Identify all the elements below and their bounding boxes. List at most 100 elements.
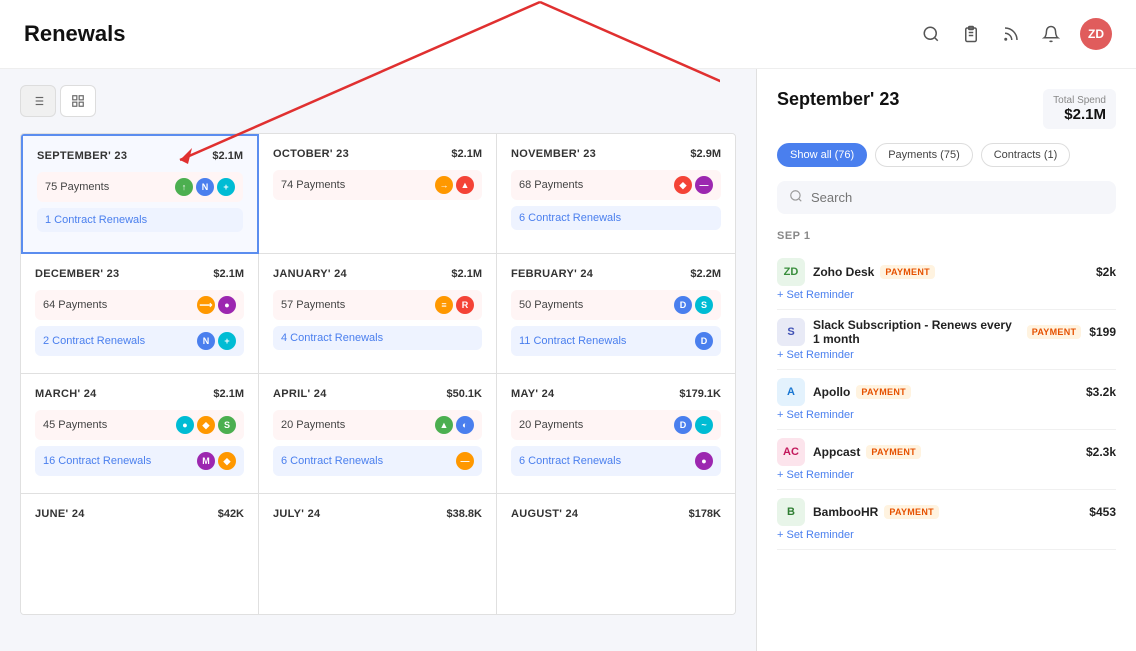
panel-header: September' 23 Total Spend $2.1M — [777, 89, 1116, 129]
icon-jan2: R — [456, 296, 474, 314]
panel-title: September' 23 — [777, 89, 899, 110]
appcast-reminder[interactable]: + Set Reminder — [777, 469, 1116, 481]
month-name-oct23: OCTOBER' 23 — [273, 148, 349, 160]
month-cell-jan24[interactable]: JANUARY' 24 $2.1M 57 Payments ≡ R 4 Cont… — [259, 254, 497, 374]
zoho-reminder[interactable]: + Set Reminder — [777, 289, 1116, 301]
payment-item-zoho: ZD Zoho Desk PAYMENT $2k + Set Reminder — [777, 250, 1116, 310]
month-cell-feb24[interactable]: FEBRUARY' 24 $2.2M 50 Payments D S 11 Co… — [497, 254, 735, 374]
payments-row-oct23[interactable]: 74 Payments → ▲ — [273, 170, 482, 200]
contracts-row-sep23[interactable]: 1 Contract Renewals — [37, 208, 243, 232]
month-amount-jan24: $2.1M — [451, 268, 482, 280]
icon-mar3: S — [218, 416, 236, 434]
month-name-jul24: JULY' 24 — [273, 508, 320, 520]
icon-3: + — [217, 178, 235, 196]
slack-logo: S — [777, 318, 805, 346]
search-input[interactable] — [811, 190, 1104, 205]
month-cell-jun24[interactable]: JUNE' 24 $42K — [21, 494, 259, 614]
bamboo-reminder[interactable]: + Set Reminder — [777, 529, 1116, 541]
header-icons: ZD — [920, 18, 1112, 50]
month-cell-nov23[interactable]: NOVEMBER' 23 $2.9M 68 Payments ◆ — 6 Con… — [497, 134, 735, 254]
slack-reminder[interactable]: + Set Reminder — [777, 349, 1116, 361]
icon-mar2: ◆ — [197, 416, 215, 434]
month-amount-apr24: $50.1K — [447, 388, 482, 400]
month-cell-mar24[interactable]: MARCH' 24 $2.1M 45 Payments ● ◆ S 16 Con… — [21, 374, 259, 494]
zoho-info: Zoho Desk PAYMENT — [813, 265, 1088, 279]
payments-label-dec23: 64 Payments — [43, 299, 107, 311]
payments-row-apr24[interactable]: 20 Payments ▲ ◐ — [273, 410, 482, 440]
payments-row-dec23[interactable]: 64 Payments ⟶ ● — [35, 290, 244, 320]
user-avatar[interactable]: ZD — [1080, 18, 1112, 50]
icon-apr2: ◐ — [456, 416, 474, 434]
month-name-jun24: JUNE' 24 — [35, 508, 85, 520]
zoho-amount: $2k — [1096, 265, 1116, 279]
bamboo-amount: $453 — [1089, 505, 1116, 519]
contracts-row-apr24[interactable]: 6 Contract Renewals — — [273, 446, 482, 476]
contracts-row-may24[interactable]: 6 Contract Renewals ● — [511, 446, 721, 476]
contracts-row-jan24[interactable]: 4 Contract Renewals — [273, 326, 482, 350]
zoho-logo: ZD — [777, 258, 805, 286]
view-toggle — [20, 85, 736, 117]
payment-item-appcast: AC Appcast PAYMENT $2.3k + Set Reminder — [777, 430, 1116, 490]
icon-feb2: S — [695, 296, 713, 314]
payments-row-sep23[interactable]: 75 Payments ↑ N + — [37, 172, 243, 202]
search-icon[interactable] — [920, 23, 942, 45]
total-spend-value: $2.1M — [1053, 106, 1106, 123]
clipboard-icon[interactable] — [960, 23, 982, 45]
payments-label-jan24: 57 Payments — [281, 299, 345, 311]
month-cell-dec23[interactable]: DECEMBER' 23 $2.1M 64 Payments ⟶ ● 2 Con… — [21, 254, 259, 374]
month-amount-jun24: $42K — [218, 508, 244, 520]
month-cell-sep23[interactable]: SEPTEMBER' 23 $2.1M 75 Payments ↑ N + 1 … — [21, 134, 259, 254]
apollo-logo: A — [777, 378, 805, 406]
contracts-row-dec23[interactable]: 2 Contract Renewals N + — [35, 326, 244, 356]
grid-view-button[interactable] — [60, 85, 96, 117]
filter-payments[interactable]: Payments (75) — [875, 143, 973, 167]
icon-1: ↑ — [175, 178, 193, 196]
payments-row-nov23[interactable]: 68 Payments ◆ — — [511, 170, 721, 200]
month-amount-may24: $179.1K — [679, 388, 721, 400]
icon-apr1: ▲ — [435, 416, 453, 434]
list-view-button[interactable] — [20, 85, 56, 117]
slack-amount: $199 — [1089, 325, 1116, 339]
month-amount-aug24: $178K — [689, 508, 721, 520]
contracts-label-may24: 6 Contract Renewals — [519, 455, 621, 467]
payments-row-jan24[interactable]: 57 Payments ≡ R — [273, 290, 482, 320]
filter-contracts[interactable]: Contracts (1) — [981, 143, 1071, 167]
total-spend-label: Total Spend — [1053, 95, 1106, 106]
bell-icon[interactable] — [1040, 23, 1062, 45]
month-cell-jul24[interactable]: JULY' 24 $38.8K — [259, 494, 497, 614]
payments-label-nov23: 68 Payments — [519, 179, 583, 191]
payments-row-may24[interactable]: 20 Payments D ~ — [511, 410, 721, 440]
month-cell-oct23[interactable]: OCTOBER' 23 $2.1M 74 Payments → ▲ — [259, 134, 497, 254]
icon-nov2: — — [695, 176, 713, 194]
icon-oct1: → — [435, 176, 453, 194]
filter-show-all[interactable]: Show all (76) — [777, 143, 867, 167]
contracts-row-feb24[interactable]: 11 Contract Renewals D — [511, 326, 721, 356]
month-cell-aug24[interactable]: AUGUST' 24 $178K — [497, 494, 735, 614]
icon-may1: D — [674, 416, 692, 434]
search-icon — [789, 189, 803, 206]
appcast-info: Appcast PAYMENT — [813, 445, 1078, 459]
payments-label-apr24: 20 Payments — [281, 419, 345, 431]
month-cell-may24[interactable]: MAY' 24 $179.1K 20 Payments D ~ 6 Contra… — [497, 374, 735, 494]
apollo-amount: $3.2k — [1086, 385, 1116, 399]
search-bar[interactable] — [777, 181, 1116, 214]
zoho-name: Zoho Desk — [813, 265, 874, 279]
payments-label-oct23: 74 Payments — [281, 179, 345, 191]
payments-row-feb24[interactable]: 50 Payments D S — [511, 290, 721, 320]
month-name-apr24: APRIL' 24 — [273, 388, 327, 400]
month-amount-sep23: $2.1M — [212, 150, 243, 162]
contracts-label-feb24: 11 Contract Renewals — [519, 335, 626, 347]
apollo-reminder[interactable]: + Set Reminder — [777, 409, 1116, 421]
icon-dec2: ● — [218, 296, 236, 314]
apollo-badge: PAYMENT — [856, 385, 911, 399]
month-name-nov23: NOVEMBER' 23 — [511, 148, 596, 160]
icon-oct2: ▲ — [456, 176, 474, 194]
contracts-row-mar24[interactable]: 16 Contract Renewals M ◆ — [35, 446, 244, 476]
payments-row-mar24[interactable]: 45 Payments ● ◆ S — [35, 410, 244, 440]
payments-label-mar24: 45 Payments — [43, 419, 107, 431]
contracts-row-nov23[interactable]: 6 Contract Renewals — [511, 206, 721, 230]
rss-icon[interactable] — [1000, 23, 1022, 45]
month-name-sep23: SEPTEMBER' 23 — [37, 150, 127, 162]
month-cell-apr24[interactable]: APRIL' 24 $50.1K 20 Payments ▲ ◐ 6 Contr… — [259, 374, 497, 494]
date-group-label: SEP 1 — [777, 230, 1116, 242]
